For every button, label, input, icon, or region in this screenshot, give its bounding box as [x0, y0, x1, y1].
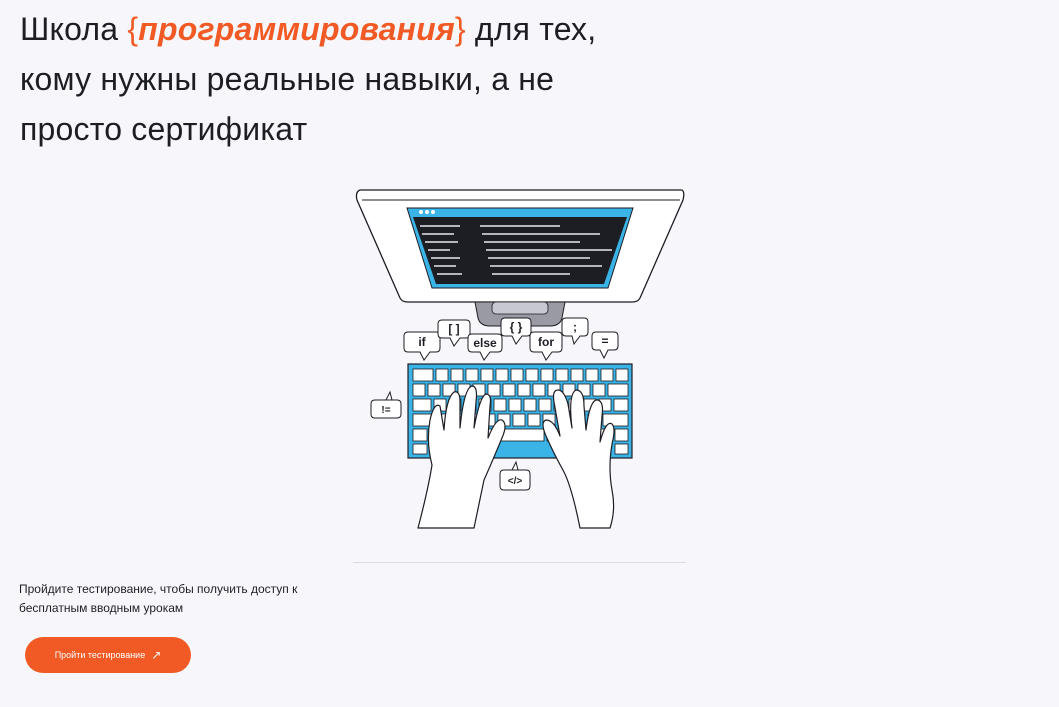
bubble-if: if [403, 331, 441, 361]
svg-text:if: if [418, 335, 426, 349]
hero-title: Школа {программирования} для тех, кому н… [20, 4, 660, 154]
take-test-button[interactable]: Пройти тестирование ↗ [25, 637, 191, 673]
svg-text:</>: </> [508, 476, 523, 487]
take-test-button-label: Пройти тестирование [54, 650, 146, 660]
bubble-equals: = [591, 331, 619, 360]
bubble-braces: { } [500, 317, 532, 345]
svg-text:;: ; [573, 320, 577, 334]
cta-description: Пройдите тестирование, чтобы получить до… [19, 582, 298, 615]
bubble-not-equals: != [370, 390, 402, 419]
hero-title-accent: {программирования} [127, 11, 465, 47]
hero-title-part1: Школа [20, 11, 128, 47]
brace-close: } [454, 11, 466, 47]
svg-text:[ ]: [ ] [448, 322, 459, 336]
arrow-up-right-icon: ↗ [151, 648, 162, 662]
bubble-for: for [529, 331, 563, 361]
accent-word: программирования [138, 11, 455, 47]
bubble-tag: </> [499, 460, 531, 491]
monitor-icon [355, 189, 685, 327]
svg-text:{ }: { } [510, 320, 523, 334]
divider [353, 562, 686, 563]
svg-text:for: for [538, 335, 554, 349]
coding-illustration: if [ ] else { } for ; = != </> [355, 189, 685, 529]
bubble-brackets: [ ] [437, 319, 471, 347]
svg-text:=: = [601, 334, 608, 348]
svg-text:!=: != [381, 405, 390, 416]
brace-open: { [127, 11, 139, 47]
bubble-semicolon: ; [561, 317, 589, 346]
bubble-else: else [467, 333, 503, 361]
svg-text:else: else [473, 336, 497, 350]
